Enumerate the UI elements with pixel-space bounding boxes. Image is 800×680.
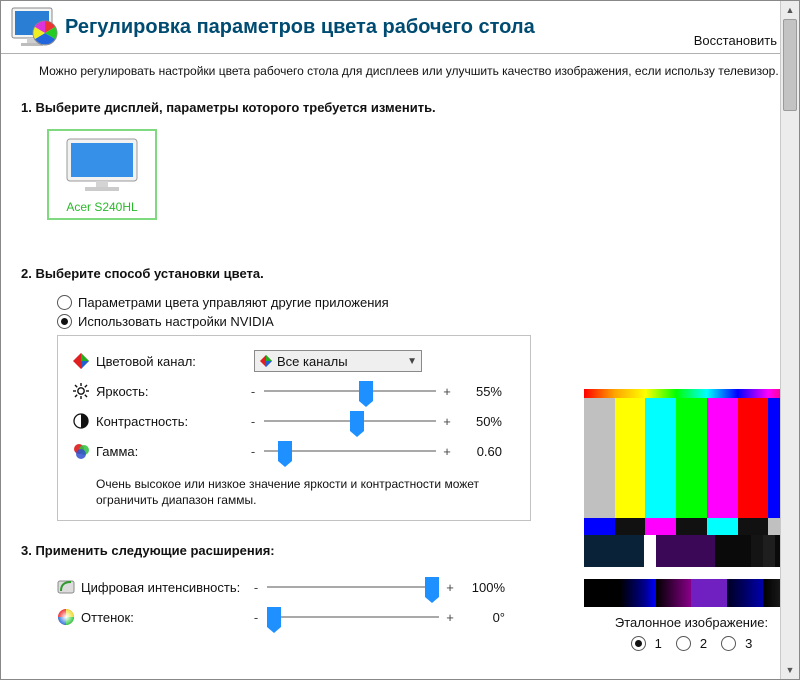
plus-icon: + (443, 610, 457, 625)
step1-heading: 1. Выберите дисплей, параметры которого … (21, 100, 779, 115)
radio-icon (57, 314, 72, 329)
plus-icon: + (440, 384, 454, 399)
minus-icon: - (249, 580, 263, 595)
brightness-slider[interactable] (264, 379, 436, 403)
plus-icon: + (440, 414, 454, 429)
plus-icon: + (440, 444, 454, 459)
hue-slider[interactable] (267, 605, 439, 629)
nvidia-panel: Цветовой канал: Все каналы ▼ (57, 335, 531, 521)
contrast-row: Контрастность: - + 50% (72, 406, 516, 436)
display-name: Acer S240HL (63, 200, 141, 214)
reference-caption: Эталонное изображение: (584, 615, 799, 630)
radio-other-apps[interactable]: Параметрами цвета управляют другие прило… (57, 295, 779, 310)
vibrance-icon (57, 578, 75, 596)
header: Регулировка параметров цвета рабочего ст… (1, 1, 799, 49)
contrast-slider[interactable] (264, 409, 436, 433)
brightness-row: Яркость: - + 55% (72, 376, 516, 406)
channel-combo-icon (259, 354, 273, 368)
channel-value: Все каналы (277, 354, 348, 369)
display-thumbnail-icon (63, 137, 141, 193)
intro-text: Можно регулировать настройки цвета рабоч… (39, 64, 779, 78)
radio-icon (721, 636, 736, 651)
minus-icon: - (246, 414, 260, 429)
vibrance-value: 100% (457, 580, 505, 595)
preview-pane: Эталонное изображение: 1 2 3 (584, 389, 799, 651)
divider (1, 53, 799, 54)
vibrance-label: Цифровая интенсивность: (81, 580, 249, 595)
gamma-slider[interactable] (264, 439, 436, 463)
gamma-row: Гамма: - + 0.60 (72, 436, 516, 466)
ref-radio-3[interactable]: 3 (721, 636, 752, 651)
gradient-strip-icon (584, 579, 799, 607)
radio-icon (631, 636, 646, 651)
vibrance-slider[interactable] (267, 575, 439, 599)
channel-row: Цветовой канал: Все каналы ▼ (72, 346, 516, 376)
gamma-label: Гамма: (96, 444, 246, 459)
gamma-icon (72, 442, 90, 460)
radio-label: Использовать настройки NVIDIA (78, 314, 274, 329)
page-title: Регулировка параметров цвета рабочего ст… (65, 16, 789, 39)
channel-icon (72, 352, 90, 370)
gamma-note: Очень высокое или низкое значение яркост… (96, 476, 516, 508)
ref-radio-1[interactable]: 1 (631, 636, 662, 651)
minus-icon: - (246, 384, 260, 399)
brightness-label: Яркость: (96, 384, 246, 399)
gamma-value: 0.60 (454, 444, 502, 459)
brightness-value: 55% (454, 384, 502, 399)
monitor-color-icon (11, 5, 59, 49)
display-card[interactable]: Acer S240HL (47, 129, 157, 220)
scroll-up-icon[interactable]: ▲ (781, 1, 799, 19)
contrast-label: Контрастность: (96, 414, 246, 429)
hue-icon (57, 608, 75, 626)
scroll-down-icon[interactable]: ▼ (781, 661, 799, 679)
hue-value: 0° (457, 610, 505, 625)
radio-nvidia[interactable]: Использовать настройки NVIDIA (57, 314, 779, 329)
vibrance-row: Цифровая интенсивность: - + 100% (57, 572, 531, 602)
ref-radio-2[interactable]: 2 (676, 636, 707, 651)
minus-icon: - (249, 610, 263, 625)
radio-label: Параметрами цвета управляют другие прило… (78, 295, 389, 310)
hue-label: Оттенок: (81, 610, 249, 625)
contrast-value: 50% (454, 414, 502, 429)
color-settings-window: Регулировка параметров цвета рабочего ст… (0, 0, 800, 680)
step2-heading: 2. Выберите способ установки цвета. (21, 266, 779, 281)
chevron-down-icon: ▼ (407, 356, 417, 367)
brightness-icon (72, 382, 90, 400)
radio-icon (676, 636, 691, 651)
vertical-scrollbar[interactable]: ▲ ▼ (780, 1, 799, 679)
plus-icon: + (443, 580, 457, 595)
color-bars-icon (584, 389, 799, 567)
restore-link[interactable]: Восстановить (694, 33, 777, 48)
channel-label: Цветовой канал: (96, 354, 246, 369)
scroll-handle[interactable] (783, 19, 797, 111)
reference-radios: 1 2 3 (584, 636, 799, 651)
hue-row: Оттенок: - + 0° (57, 602, 531, 632)
contrast-icon (72, 412, 90, 430)
radio-icon (57, 295, 72, 310)
channel-combo[interactable]: Все каналы ▼ (254, 350, 422, 372)
minus-icon: - (246, 444, 260, 459)
